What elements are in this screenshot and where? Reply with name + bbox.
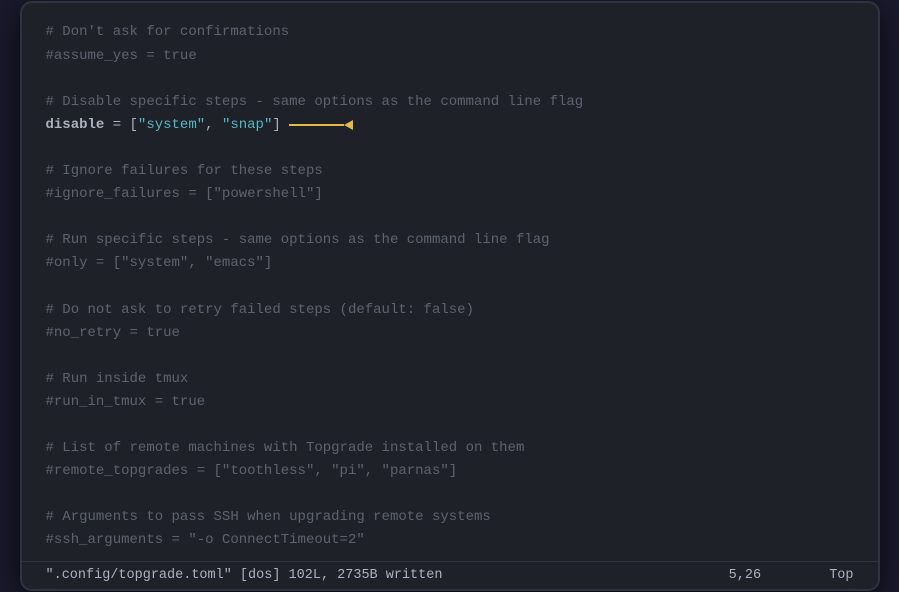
comment-text: # List of remote machines with Topgrade … (46, 437, 525, 460)
comma: , (205, 114, 222, 137)
string-snap: "snap" (222, 114, 272, 137)
line-23: #ssh_arguments = "-o ConnectTimeout=2" (46, 529, 854, 552)
status-scroll: Top (829, 568, 853, 583)
line-19: # List of remote machines with Topgrade … (46, 437, 854, 460)
comment-text: # Arguments to pass SSH when upgrading r… (46, 506, 491, 529)
comment-text: # Run specific steps - same options as t… (46, 229, 550, 252)
arrow-head (344, 120, 353, 130)
status-right-group: 5,26 Top (729, 568, 854, 583)
empty-line-12 (46, 275, 854, 298)
arrow-indicator (289, 120, 353, 130)
line-10: # Run specific steps - same options as t… (46, 229, 854, 252)
line-8: #ignore_failures = ["powershell"] (46, 183, 854, 206)
line-11: #only = ["system", "emacs"] (46, 252, 854, 275)
bracket-close: ] (272, 114, 280, 137)
comment-text: # Disable specific steps - same options … (46, 91, 584, 114)
line-2: #assume_yes = true (46, 45, 854, 68)
comment-text: #no_retry = true (46, 322, 180, 345)
comment-text: #ssh_arguments = "-o ConnectTimeout=2" (46, 529, 365, 552)
string-system: "system" (138, 114, 205, 137)
arrow-line (289, 124, 344, 126)
terminal-content: # Don't ask for confirmations #assume_ye… (22, 3, 878, 552)
empty-line-9 (46, 206, 854, 229)
comment-text: # Don't ask for confirmations (46, 21, 290, 44)
line-13: # Do not ask to retry failed steps (defa… (46, 299, 854, 322)
line-22: # Arguments to pass SSH when upgrading r… (46, 506, 854, 529)
line-4: # Disable specific steps - same options … (46, 91, 854, 114)
line-16: # Run inside tmux (46, 368, 854, 391)
empty-line-6 (46, 137, 854, 160)
comment-text: #assume_yes = true (46, 45, 197, 68)
line-1: # Don't ask for confirmations (46, 21, 854, 44)
key-disable: disable (46, 114, 105, 137)
empty-line-21 (46, 483, 854, 506)
status-position: 5,26 (729, 568, 761, 583)
comment-text: #remote_topgrades = ["toothless", "pi", … (46, 460, 458, 483)
operator: = [ (104, 114, 138, 137)
line-5-disable: disable = ["system", "snap"] (46, 114, 854, 137)
comment-text: # Do not ask to retry failed steps (defa… (46, 299, 474, 322)
comment-text: # Ignore failures for these steps (46, 160, 323, 183)
terminal-window: # Don't ask for confirmations #assume_ye… (20, 1, 880, 590)
comment-text: #run_in_tmux = true (46, 391, 206, 414)
empty-line-18 (46, 414, 854, 437)
line-7: # Ignore failures for these steps (46, 160, 854, 183)
status-bar: ".config/topgrade.toml" [dos] 102L, 2735… (22, 561, 878, 589)
comment-text: #only = ["system", "emacs"] (46, 252, 273, 275)
comment-text: # Run inside tmux (46, 368, 189, 391)
line-14: #no_retry = true (46, 322, 854, 345)
empty-line-15 (46, 345, 854, 368)
comment-text: #ignore_failures = ["powershell"] (46, 183, 323, 206)
line-20: #remote_topgrades = ["toothless", "pi", … (46, 460, 854, 483)
line-17: #run_in_tmux = true (46, 391, 854, 414)
empty-line-3 (46, 68, 854, 91)
status-filename: ".config/topgrade.toml" [dos] 102L, 2735… (46, 568, 443, 583)
